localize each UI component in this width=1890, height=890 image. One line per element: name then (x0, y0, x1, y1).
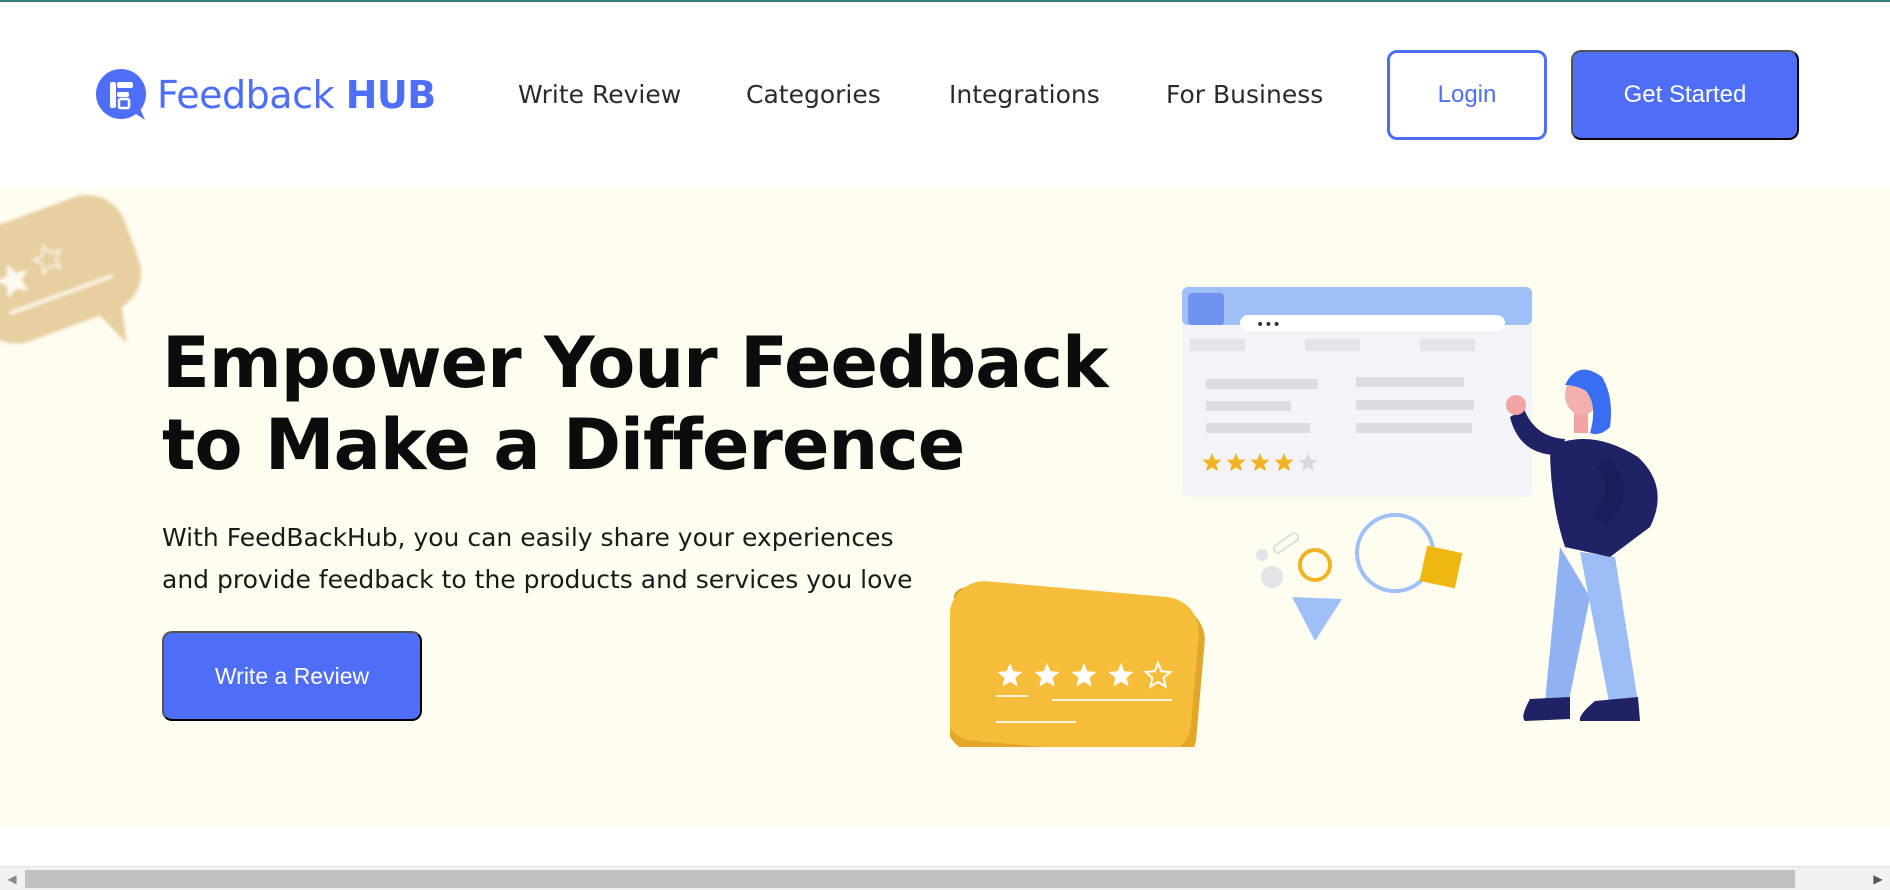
nav-integrations[interactable]: Integrations (949, 80, 1100, 109)
browser-window-graphic: ••• (1182, 287, 1532, 497)
chevron-right-icon[interactable]: ▶ (1870, 871, 1886, 887)
decorative-review-bubble-icon (0, 195, 142, 344)
chevron-left-icon[interactable]: ◀ (4, 871, 20, 887)
decorative-shapes (1256, 513, 1463, 641)
nav-for-business[interactable]: For Business (1166, 80, 1323, 109)
hero-description-line1: With FeedBackHub, you can easily share y… (162, 523, 894, 552)
hero-title-line1: Empower Your Feedback (162, 322, 1109, 404)
brand-name: Feedback HUB (157, 73, 436, 117)
person-graphic (1506, 369, 1658, 721)
get-started-button[interactable]: Get Started (1571, 50, 1799, 140)
logo-icon (96, 69, 146, 120)
hero-illustration: ••• (950, 287, 1658, 747)
hero-title-line2: to Make a Difference (162, 404, 965, 486)
brand-name-part1: Feedback (157, 73, 334, 117)
browser-dots: ••• (1256, 317, 1281, 333)
hero-section: Empower Your Feedback to Make a Differen… (0, 187, 1890, 827)
site-header: Feedback HUB Write Review Categories Int… (0, 2, 1890, 187)
rating-speech-bubble-graphic (950, 581, 1205, 747)
scrollbar-thumb[interactable] (25, 870, 1795, 888)
horizontal-scrollbar[interactable]: ◀ ▶ (0, 866, 1890, 890)
nav-categories[interactable]: Categories (746, 80, 881, 109)
hero-title: Empower Your Feedback to Make a Differen… (162, 322, 1109, 486)
brand-logo[interactable]: Feedback HUB (95, 68, 436, 122)
write-a-review-button[interactable]: Write a Review (162, 631, 422, 721)
brand-name-part2: HUB (345, 73, 437, 117)
hero-description-line2: and provide feedback to the products and… (162, 565, 913, 594)
nav-write-review[interactable]: Write Review (518, 80, 681, 109)
login-button[interactable]: Login (1387, 50, 1547, 140)
hero-description: With FeedBackHub, you can easily share y… (162, 517, 942, 601)
